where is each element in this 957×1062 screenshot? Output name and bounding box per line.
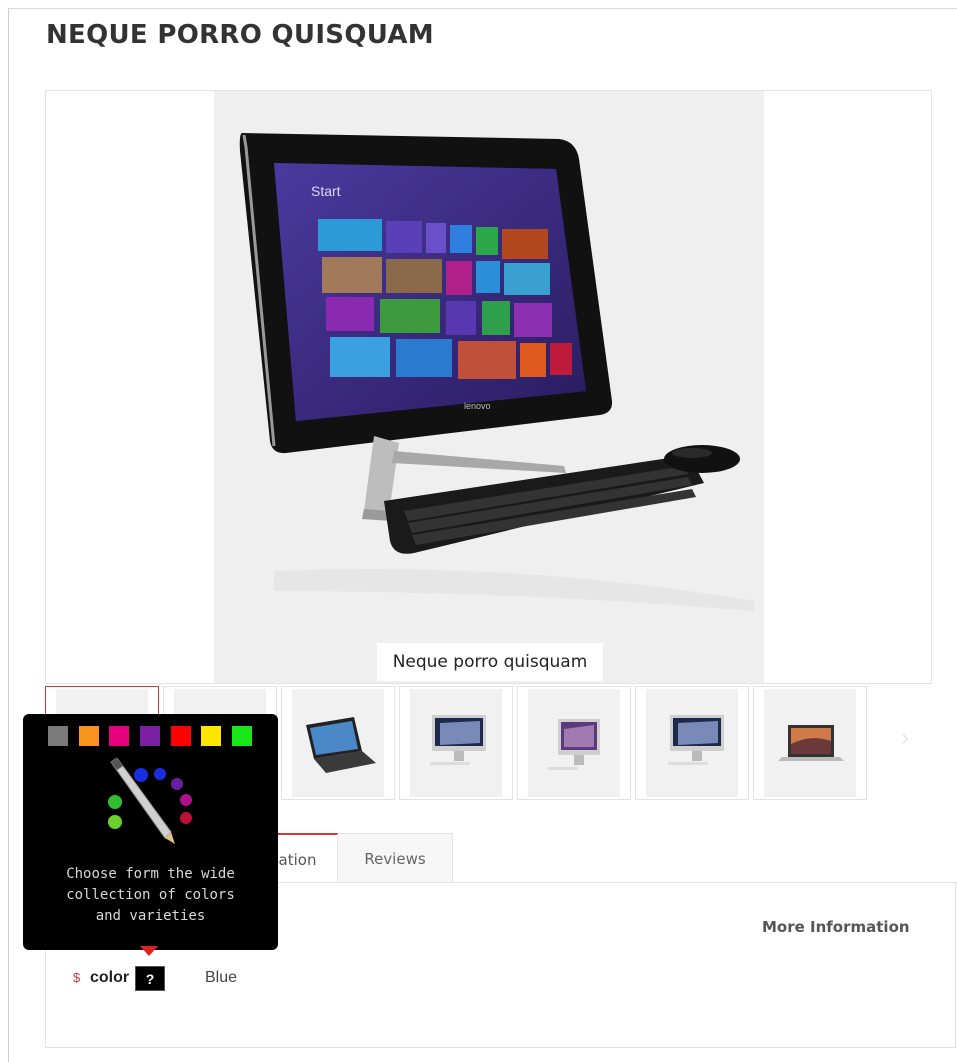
swatch-yellow[interactable] xyxy=(201,726,221,746)
thumbnail-5[interactable] xyxy=(517,686,631,800)
tooltip-line-2: collection of colors xyxy=(66,887,235,903)
page-frame-top xyxy=(8,8,957,9)
color-palette-pen-icon xyxy=(105,758,192,849)
macbook-icon xyxy=(778,725,844,761)
tab-reviews-label: Reviews xyxy=(364,850,426,868)
imac-icon xyxy=(548,719,600,770)
thumbnail-6[interactable] xyxy=(635,686,749,800)
tooltip-text: Choose form the wide collection of color… xyxy=(23,864,278,927)
image-caption: Neque porro quisquam xyxy=(377,643,603,681)
swatch-red[interactable] xyxy=(171,726,191,746)
tooltip-line-1: Choose form the wide xyxy=(66,866,235,882)
swatch-gray[interactable] xyxy=(48,726,68,746)
tooltip-line-3: and varieties xyxy=(95,908,206,924)
more-information-heading: More Information xyxy=(762,918,910,936)
thumbnail-4[interactable] xyxy=(399,686,513,800)
svg-text:Start: Start xyxy=(311,183,341,199)
swatch-purple[interactable] xyxy=(140,726,160,746)
attribute-label-color: color xyxy=(90,969,130,986)
required-mark: $ xyxy=(73,970,81,985)
carousel-next-arrow-icon[interactable]: › xyxy=(901,724,909,752)
all-in-one-pc-illustration: Start lenovo xyxy=(239,133,754,611)
attribute-value-color: Blue xyxy=(205,969,238,986)
thumbnail-3[interactable] xyxy=(281,686,395,800)
swatch-orange[interactable] xyxy=(79,726,99,746)
color-tooltip: Choose form the wide collection of color… xyxy=(23,714,278,950)
imac-icon xyxy=(430,715,486,765)
help-button[interactable]: ? xyxy=(135,966,165,991)
tab-reviews[interactable]: Reviews xyxy=(338,833,453,883)
tooltip-pointer-icon xyxy=(140,946,158,956)
swatch-pink[interactable] xyxy=(109,726,129,746)
svg-text:lenovo: lenovo xyxy=(464,401,491,411)
page-frame-left xyxy=(8,8,9,1062)
thumbnail-7[interactable] xyxy=(753,686,867,800)
product-photo: Start lenovo xyxy=(214,91,764,683)
laptop-icon xyxy=(306,717,376,773)
swatch-green[interactable] xyxy=(232,726,252,746)
imac-icon xyxy=(668,715,724,765)
product-main-image[interactable]: Start lenovo Neque porro quisquam xyxy=(45,90,932,684)
product-title: NEQUE PORRO QUISQUAM xyxy=(46,20,434,50)
